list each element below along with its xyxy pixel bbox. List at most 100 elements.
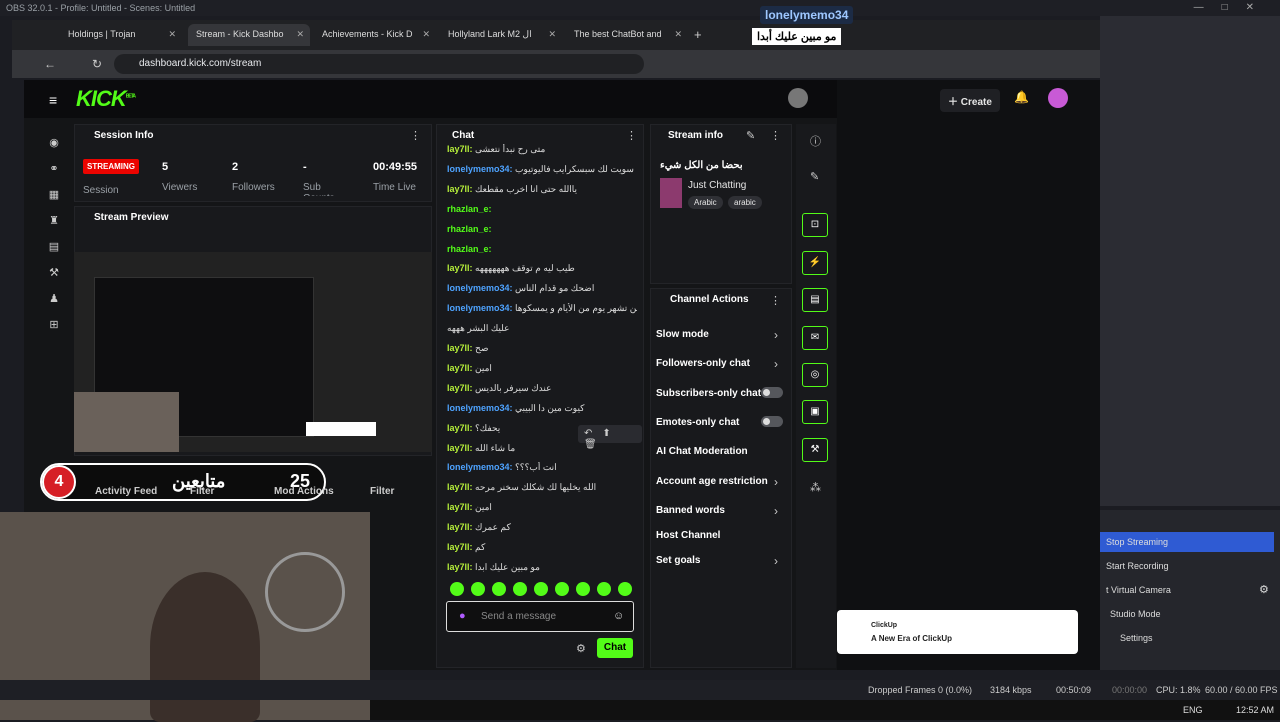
more-icon[interactable]: ⋮ — [626, 129, 637, 142]
chat-message[interactable]: lonelymemo34: سويت لك سبسكرايب فاليوتيوب — [447, 164, 637, 175]
chat-message[interactable]: lonelymemo34: اضحك مو قدام الناس — [447, 283, 637, 294]
close-icon[interactable]: ✕ — [674, 29, 682, 40]
chat-message[interactable]: rhazlan_e: — [447, 204, 637, 214]
emote-icon[interactable] — [534, 582, 548, 596]
tag-arabic-2[interactable]: arabic — [728, 196, 762, 209]
chat-message[interactable]: lay7ll: طيب ليه م توقف هههههههه — [447, 263, 637, 274]
settings-button[interactable]: Settings — [1100, 628, 1274, 648]
tag-arabic[interactable]: Arabic — [688, 196, 723, 209]
notes-icon[interactable]: ▤ — [802, 288, 828, 312]
reload-icon[interactable]: ↻ — [92, 57, 102, 71]
channel-action-item[interactable]: Set goals — [656, 555, 700, 566]
chat-username[interactable]: lay7ll — [447, 343, 470, 353]
chat-message[interactable]: rhazlan_e: — [447, 244, 637, 254]
chat-username[interactable]: lay7ll — [447, 562, 470, 572]
emotes-only-toggle[interactable] — [761, 416, 783, 427]
filter-button[interactable]: Filter — [190, 486, 214, 497]
chat-username[interactable]: lay7ll — [447, 443, 470, 453]
channel-action-item[interactable]: AI Chat Moderation — [656, 446, 748, 457]
chat-username[interactable]: lay7ll — [447, 502, 470, 512]
send-chat-button[interactable]: Chat — [597, 638, 633, 658]
emote-icon[interactable] — [450, 582, 464, 596]
emote-icon[interactable] — [555, 582, 569, 596]
chat-message[interactable]: lay7ll: كم — [447, 542, 637, 553]
analytics-icon[interactable]: ▦ — [47, 188, 61, 202]
address-bar[interactable]: dashboard.kick.com/stream — [114, 54, 644, 74]
chat-input[interactable]: ● Send a message ☺ — [446, 601, 634, 632]
chat-message[interactable]: lay7ll: الله يخليها لك شكلك سخنر مرحه — [447, 482, 637, 493]
avatar[interactable] — [788, 88, 808, 108]
chat-username[interactable]: rhazlan_e — [447, 244, 489, 254]
tools-icon[interactable]: ⊞ — [47, 318, 61, 332]
emote-icon[interactable] — [492, 582, 506, 596]
message-actions[interactable]: ↶⬆🗑 — [578, 425, 642, 450]
chat-message[interactable]: lay7ll: ما شاء الله — [447, 443, 637, 454]
chat-username[interactable]: lonelymemo34 — [447, 164, 510, 174]
tab-achievements[interactable]: Achievements - Kick D ✕ — [314, 24, 436, 46]
back-icon[interactable]: ← — [44, 57, 56, 71]
broadcast-icon[interactable]: ◉ — [47, 136, 61, 150]
kick-logo[interactable]: KICKBETA — [76, 86, 136, 112]
chat-username[interactable]: rhazlan_e — [447, 224, 489, 234]
tab-kick-dashboard[interactable]: Stream - Kick Dashbo ✕ — [188, 24, 310, 46]
chevron-right-icon[interactable]: › — [774, 328, 778, 342]
chat-message[interactable]: lay7ll: امين — [447, 363, 637, 374]
chat-username[interactable]: lay7ll — [447, 542, 470, 552]
more-icon[interactable]: ⋮ — [410, 129, 421, 142]
broadcast-icon[interactable]: ◎ — [802, 363, 828, 387]
subscribers-only-toggle[interactable] — [761, 387, 783, 398]
edit-icon[interactable]: ✎ — [746, 129, 755, 142]
trophy-icon[interactable]: ♜ — [47, 214, 61, 228]
chat-message[interactable]: lay7ll: صح — [447, 343, 637, 354]
close-icon[interactable]: ✕ — [422, 29, 430, 40]
chat-username[interactable]: lay7ll — [447, 363, 470, 373]
chat-message[interactable]: lonelymemo34: يمكن تشهر يوم من الأيام و … — [447, 303, 637, 314]
window-controls[interactable]: —□✕ — [1194, 2, 1272, 13]
channel-action-item[interactable]: Subscribers-only chat — [656, 388, 761, 399]
channel-action-item[interactable]: Host Channel — [656, 530, 720, 541]
stop-streaming-button[interactable]: Stop Streaming — [1100, 532, 1274, 552]
bell-icon[interactable]: 🔔 — [1014, 90, 1029, 104]
link-icon[interactable]: ⚭ — [47, 162, 61, 176]
channel-action-item[interactable]: Followers-only chat — [656, 358, 750, 369]
media-icon[interactable]: ▤ — [47, 240, 61, 254]
clip-icon[interactable]: ⊡ — [802, 213, 828, 237]
chat-message[interactable]: lonelymemo34: كيوت مين دا البيبي — [447, 403, 637, 414]
chat-username[interactable]: lonelymemo34 — [447, 462, 510, 472]
chat-username[interactable]: lonelymemo34 — [447, 283, 510, 293]
chat-message[interactable]: lay7ll: مو مبين عليك ابدا — [447, 562, 637, 573]
close-icon[interactable]: ✕ — [548, 29, 556, 40]
chevron-right-icon[interactable]: › — [774, 475, 778, 489]
emote-icon[interactable] — [471, 582, 485, 596]
chat-username[interactable]: lonelymemo34 — [447, 403, 510, 413]
start-recording-button[interactable]: Start Recording — [1100, 556, 1274, 576]
gear-icon[interactable]: ⚙ — [1259, 583, 1269, 596]
community-icon[interactable]: ♟ — [47, 292, 61, 306]
chat-username[interactable]: lay7ll — [447, 482, 470, 492]
chat-username[interactable]: lay7ll — [447, 383, 470, 393]
chevron-right-icon[interactable]: › — [774, 554, 778, 568]
profile-avatar[interactable] — [1048, 88, 1068, 108]
language-indicator[interactable]: ENG — [1183, 705, 1203, 715]
tab-chatbot[interactable]: The best ChatBot and ✕ — [566, 24, 688, 46]
lightning-icon[interactable]: ⚡ — [802, 251, 828, 275]
clickup-ad[interactable]: ClickUp A New Era of ClickUp — [837, 610, 1078, 654]
apps-icon[interactable]: ⁂ — [810, 481, 821, 494]
close-icon[interactable]: ✕ — [168, 29, 176, 40]
virtual-camera-button[interactable]: t Virtual Camera — [1100, 580, 1274, 600]
wrench-icon[interactable]: ⚒ — [47, 266, 61, 280]
mic-icon[interactable]: ● — [459, 610, 466, 622]
channel-action-item[interactable]: Slow mode — [656, 329, 709, 340]
close-icon[interactable]: ✕ — [296, 29, 304, 40]
studio-mode-button[interactable]: Studio Mode — [1100, 604, 1274, 624]
more-icon[interactable]: ⋮ — [770, 294, 781, 307]
pencil-icon[interactable]: ✎ — [810, 170, 819, 183]
chat-username[interactable]: lay7ll — [447, 144, 470, 154]
clock[interactable]: 12:52 AM — [1236, 705, 1274, 715]
emote-icon[interactable] — [597, 582, 611, 596]
chat-username[interactable]: lay7ll — [447, 263, 470, 273]
wrench-icon[interactable]: ⚒ — [802, 438, 828, 462]
tab-hollyland[interactable]: Hollyland Lark M2 ال ✕ — [440, 24, 562, 46]
chat-message[interactable]: rhazlan_e: — [447, 224, 637, 234]
new-tab-icon[interactable]: + — [694, 27, 702, 42]
